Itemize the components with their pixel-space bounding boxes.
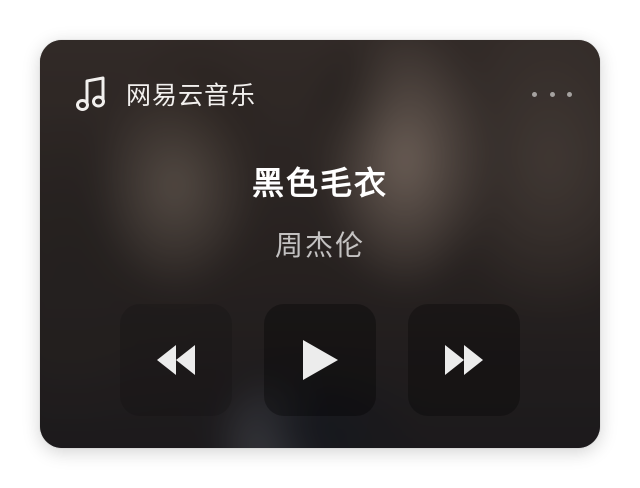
track-artist: 周杰伦 (274, 229, 365, 262)
next-button[interactable] (408, 304, 520, 416)
app-name: 网易云音乐 (126, 81, 257, 110)
previous-button[interactable] (120, 304, 232, 416)
widget-header: 网易云音乐 (74, 74, 576, 114)
rewind-icon (157, 345, 195, 375)
play-button[interactable] (264, 304, 376, 416)
track-title: 黑色毛衣 (251, 164, 388, 202)
fast-forward-icon (445, 345, 483, 375)
playback-controls (120, 304, 520, 416)
music-widget[interactable]: 网易云音乐 黑色毛衣 周杰伦 (40, 40, 600, 448)
more-dots-icon[interactable] (532, 86, 572, 102)
music-note-icon (74, 74, 108, 114)
play-icon (303, 340, 338, 380)
